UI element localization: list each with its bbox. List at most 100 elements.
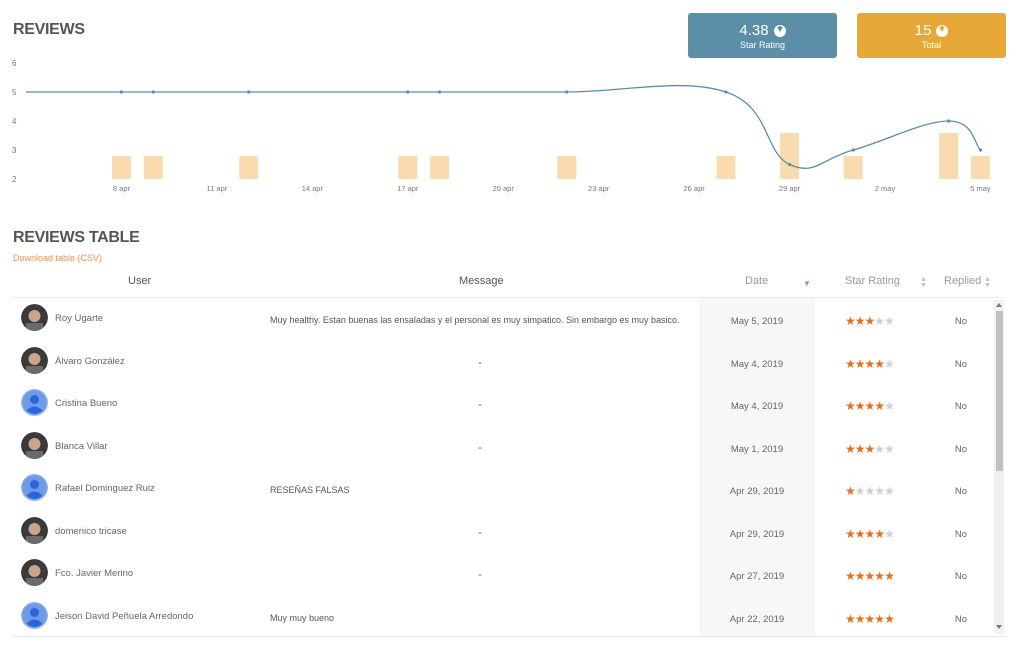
- star-empty-icon: ★: [884, 526, 895, 541]
- sort-desc-icon[interactable]: ▼: [803, 280, 811, 288]
- star-empty-icon: ★: [884, 356, 895, 371]
- review-count-bar[interactable]: [111, 156, 131, 179]
- line-point[interactable]: [119, 90, 124, 94]
- star-filled-icon: ★: [854, 441, 866, 456]
- download-icon[interactable]: [773, 24, 786, 37]
- review-count-bar[interactable]: [843, 156, 863, 179]
- line-point[interactable]: [151, 90, 155, 94]
- review-message: -: [478, 354, 482, 369]
- total-kpi[interactable]: 15 Total: [857, 13, 1006, 58]
- review-count-bar[interactable]: [143, 156, 163, 179]
- star-filled-icon: ★: [845, 356, 856, 371]
- star-empty-icon: ★: [864, 484, 876, 498]
- table-scrollbar[interactable]: [994, 300, 1004, 634]
- scroll-down-icon[interactable]: [996, 625, 1002, 629]
- total-value: 15: [914, 22, 932, 39]
- avatar: [21, 304, 48, 331]
- star-filled-icon: ★: [845, 314, 856, 328]
- scroll-thumb[interactable]: [996, 311, 1003, 471]
- y-tick-label: 4: [12, 117, 17, 126]
- table-row[interactable]: Blanca Villar - May 1, 2019 ★★★★★ No: [13, 426, 993, 468]
- avatar: [21, 346, 48, 374]
- review-count-bar[interactable]: [557, 156, 577, 179]
- line-point[interactable]: [565, 90, 569, 94]
- y-tick-label: 6: [12, 59, 17, 68]
- replied-status: No: [954, 443, 968, 455]
- star-filled-icon: ★: [845, 484, 856, 498]
- review-message: -: [478, 524, 482, 539]
- review-date: Apr 27, 2019: [729, 571, 785, 582]
- review-count-bar[interactable]: [780, 133, 800, 179]
- star-filled-icon: ★: [864, 356, 876, 371]
- star-filled-icon: ★: [845, 441, 856, 456]
- sort-icon[interactable]: ▲ ▼: [920, 276, 927, 289]
- x-tick-label: 17 apr: [397, 184, 419, 193]
- review-count-bar[interactable]: [430, 156, 450, 179]
- default-avatar-icon: [21, 474, 48, 501]
- sort-icon[interactable]: ▲ ▼: [984, 276, 991, 289]
- review-message: -: [478, 397, 482, 411]
- avatar: [21, 516, 48, 544]
- scroll-up-icon[interactable]: [996, 303, 1002, 307]
- star-rating: ★★★★★: [845, 441, 895, 456]
- y-tick-label: 2: [12, 175, 17, 184]
- star-filled-icon: ★: [884, 569, 895, 583]
- table-row[interactable]: Álvaro González - May 4, 2019 ★★★★★ No: [13, 341, 993, 383]
- review-count-bar[interactable]: [239, 156, 259, 179]
- replied-status: No: [954, 528, 968, 540]
- review-message: Muy healthy. Estan buenas las ensaladas …: [270, 315, 680, 325]
- star-rating: ★★★★★: [845, 613, 895, 625]
- star-filled-icon: ★: [864, 314, 876, 328]
- line-point[interactable]: [978, 148, 983, 152]
- review-count-bar[interactable]: [716, 156, 736, 179]
- star-filled-icon: ★: [874, 569, 885, 583]
- table-row[interactable]: domenico tricase - Apr 29, 2019 ★★★★★ No: [13, 511, 993, 553]
- table-row[interactable]: Jeison David Peñuela Arredondo Muy muy bu…: [13, 596, 993, 637]
- line-point[interactable]: [851, 148, 855, 152]
- table-row[interactable]: Fco. Javier Merino - Apr 27, 2019 ★★★★★ No: [13, 553, 993, 595]
- star-rating: ★★★★★: [845, 569, 895, 583]
- star-filled-icon: ★: [874, 399, 885, 413]
- replied-status: No: [954, 571, 968, 582]
- replied-status: No: [954, 316, 968, 327]
- star-filled-icon: ★: [854, 399, 866, 413]
- column-header-date[interactable]: Date: [745, 275, 768, 287]
- star-empty-icon: ★: [854, 484, 866, 498]
- line-point[interactable]: [247, 90, 251, 94]
- line-point[interactable]: [437, 90, 442, 94]
- line-point[interactable]: [406, 90, 410, 94]
- user-name: domenico tricase: [55, 525, 127, 537]
- review-date: May 4, 2019: [730, 358, 784, 370]
- review-count-bar[interactable]: [398, 156, 418, 179]
- review-date: Apr 29, 2019: [729, 486, 785, 497]
- column-header-user[interactable]: User: [128, 275, 151, 287]
- table-row[interactable]: Rafael Dominguez Ruiz RESEÑAS FALSAS Apr 2…: [13, 468, 993, 510]
- star-empty-icon: ★: [884, 484, 895, 498]
- star-rating-label: Star Rating: [739, 40, 786, 50]
- review-count-bar[interactable]: [939, 133, 959, 179]
- line-point[interactable]: [947, 119, 951, 123]
- line-point[interactable]: [787, 162, 792, 167]
- x-tick-label: 29 apr: [779, 184, 801, 193]
- star-filled-icon: ★: [854, 314, 866, 328]
- star-filled-icon: ★: [854, 356, 866, 371]
- table-row[interactable]: Roy Ugarte Muy healthy. Estan buenas las …: [13, 298, 993, 340]
- star-rating-line: [26, 84, 981, 169]
- table-row[interactable]: Cristina Bueno - May 4, 2019 ★★★★★ No: [13, 383, 993, 425]
- column-header-replied[interactable]: Replied: [944, 275, 981, 287]
- x-tick-label: 26 apr: [683, 184, 705, 193]
- column-header-message[interactable]: Message: [459, 275, 504, 287]
- download-icon[interactable]: [936, 24, 949, 37]
- star-rating: ★★★★★: [845, 356, 895, 371]
- star-rating-kpi[interactable]: 4.38 Star Rating: [688, 13, 837, 58]
- review-message: Muy muy bueno: [270, 612, 335, 623]
- star-filled-icon: ★: [845, 569, 856, 583]
- line-point[interactable]: [724, 90, 728, 94]
- download-csv-link[interactable]: Download table (CSV): [13, 253, 102, 263]
- replied-status: No: [954, 358, 968, 370]
- review-date: May 4, 2019: [730, 401, 784, 412]
- column-header-rating[interactable]: Star Rating: [845, 275, 900, 287]
- replied-status: No: [954, 486, 968, 497]
- star-rating: ★★★★★: [845, 399, 895, 413]
- review-count-bar[interactable]: [970, 156, 990, 179]
